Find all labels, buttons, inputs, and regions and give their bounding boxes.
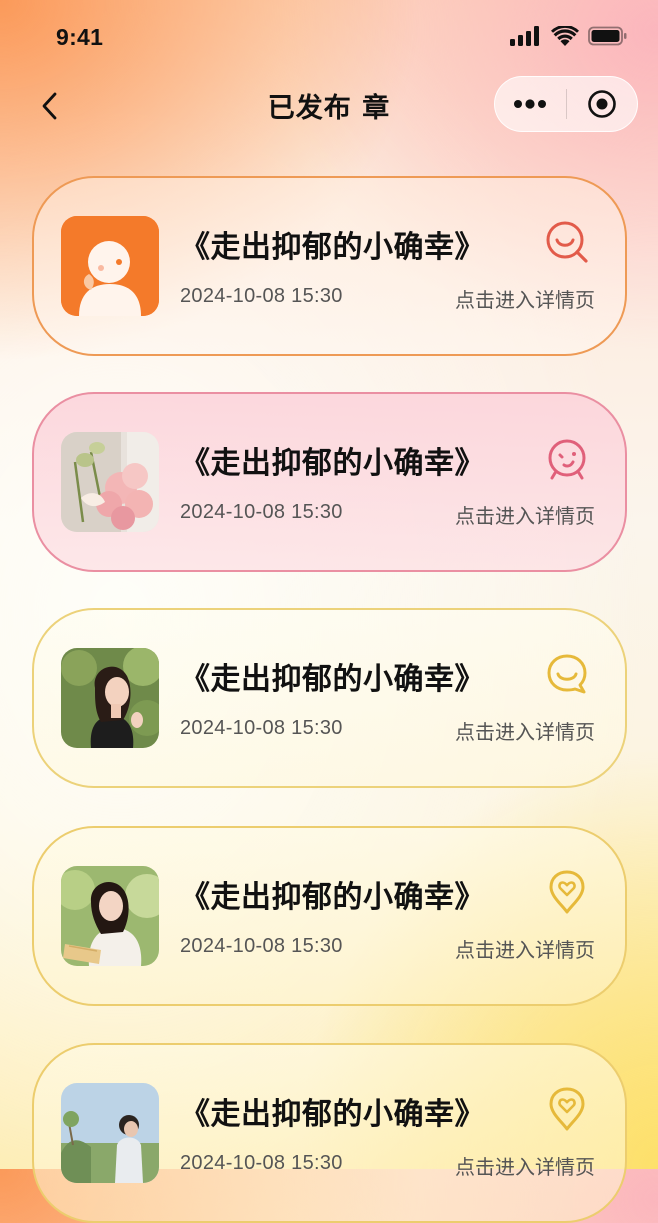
article-title: 《走出抑郁的小确幸》 — [180, 230, 485, 265]
article-title: 《走出抑郁的小确幸》 — [180, 446, 485, 481]
target-circle-icon — [587, 90, 616, 118]
close-mini-program-button[interactable] — [567, 77, 638, 131]
article-card[interactable]: 《走出抑郁的小确幸》 2024-10-08 15:30 点击进入详情页 — [32, 392, 627, 572]
battery-icon — [588, 26, 627, 46]
view-details-link[interactable]: 点击进入详情页 — [455, 500, 595, 529]
smile-search-icon[interactable] — [543, 218, 591, 266]
mini-program-capsule — [494, 76, 638, 132]
article-thumbnail — [61, 432, 159, 532]
article-date: 2024-10-08 15:30 — [180, 1152, 343, 1174]
wifi-icon — [551, 26, 579, 46]
alarm-clock-face-icon[interactable] — [543, 434, 591, 482]
article-title: 《走出抑郁的小确幸》 — [180, 880, 485, 915]
more-dots-icon — [514, 99, 547, 109]
article-date: 2024-10-08 15:30 — [180, 935, 343, 957]
heart-location-pin-icon[interactable] — [543, 868, 591, 916]
man-outdoors-photo-icon — [61, 1083, 159, 1183]
view-details-link[interactable]: 点击进入详情页 — [455, 934, 595, 963]
chat-smile-icon[interactable] — [543, 650, 591, 698]
article-card[interactable]: 《走出抑郁的小确幸》 2024-10-08 15:30 点击进入详情页 — [32, 1043, 627, 1223]
article-date: 2024-10-08 15:30 — [180, 717, 343, 739]
view-details-link[interactable]: 点击进入详情页 — [455, 716, 595, 745]
article-title: 《走出抑郁的小确幸》 — [180, 662, 485, 697]
article-thumbnail — [61, 648, 159, 748]
view-details-link[interactable]: 点击进入详情页 — [455, 284, 595, 313]
heart-location-pin-icon[interactable] — [543, 1085, 591, 1133]
navigation-bar: 已发布 章 — [0, 72, 658, 142]
signal-icon — [510, 26, 539, 46]
woman-reading-photo-icon — [61, 866, 159, 966]
article-thumbnail — [61, 866, 159, 966]
article-thumbnail — [61, 1083, 159, 1183]
more-button[interactable] — [495, 77, 566, 131]
article-date: 2024-10-08 15:30 — [180, 285, 343, 307]
article-title: 《走出抑郁的小确幸》 — [180, 1097, 485, 1132]
status-bar: 9:41 — [0, 0, 658, 72]
woman-portrait-photo-icon — [61, 648, 159, 748]
article-card[interactable]: 《走出抑郁的小确幸》 2024-10-08 15:30 点击进入详情页 — [32, 608, 627, 788]
view-details-link[interactable]: 点击进入详情页 — [455, 1151, 595, 1180]
article-card[interactable]: 《走出抑郁的小确幸》 2024-10-08 15:30 点击进入详情页 — [32, 826, 627, 1006]
article-card[interactable]: 《走出抑郁的小确幸》 2024-10-08 15:30 点击进入详情页 — [32, 176, 627, 356]
status-icons — [510, 26, 628, 46]
article-date: 2024-10-08 15:30 — [180, 501, 343, 523]
status-time: 9:41 — [56, 24, 104, 50]
person-avatar-icon — [61, 216, 159, 316]
flowers-photo-icon — [61, 432, 159, 532]
article-thumbnail — [61, 216, 159, 316]
